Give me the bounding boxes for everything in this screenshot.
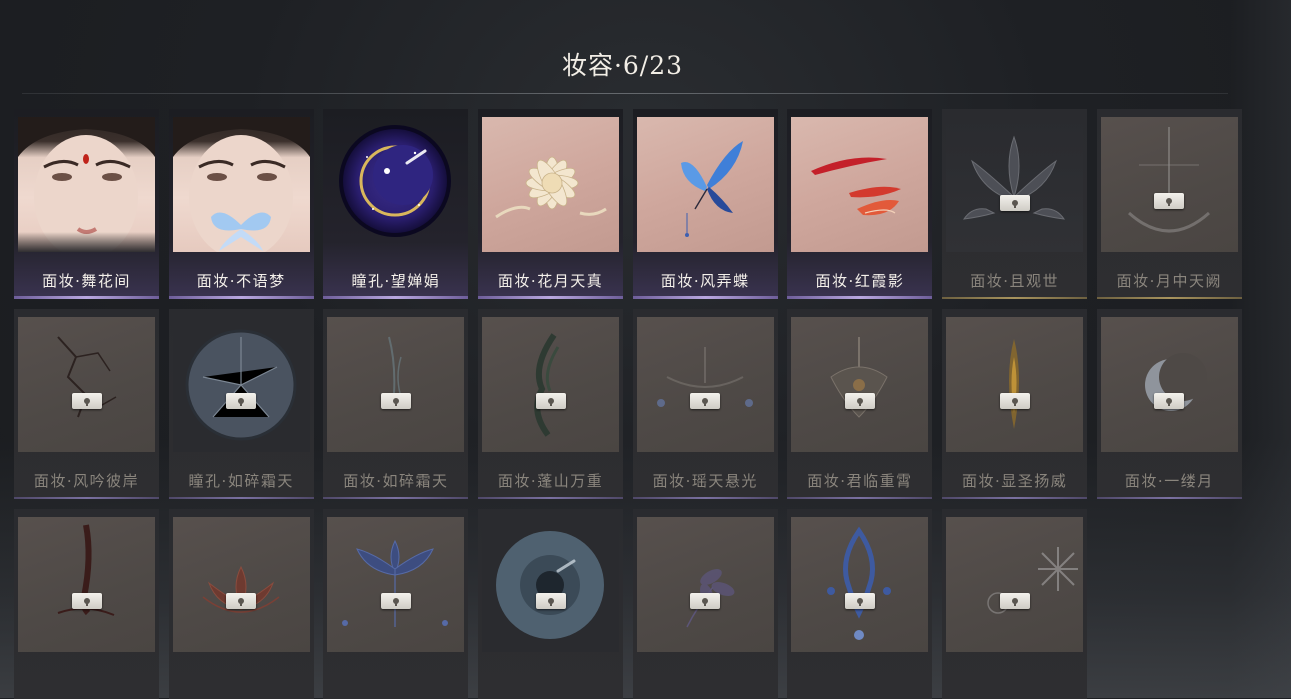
face-bindi-icon [18,117,155,252]
hanging-light-icon [636,317,774,452]
card-label: 面妆·不语梦 [196,272,286,290]
page-title: 妆容·6/23 [561,51,684,80]
red-lotus-icon [172,517,310,652]
crack-pattern-icon [18,317,155,452]
card-label: 面妆·且观世 [970,272,1060,290]
card-label: 面妆·蓬山万重 [497,472,604,490]
makeup-card[interactable]: 面妆·风吟彼岸 [14,309,159,499]
card-label: 面妆·瑶天悬光 [652,472,758,490]
makeup-card[interactable] [168,509,314,699]
makeup-card[interactable]: 面妆·蓬山万重 [478,309,624,499]
lock-icon [535,393,566,409]
snowflake-icon [946,517,1084,652]
chrysanthemum-icon [482,117,620,252]
card-label: 面妆·红霞影 [815,272,905,290]
moon-glow-icon [1100,117,1238,252]
brush-stroke-icon [18,517,155,652]
lock-icon [226,593,257,609]
makeup-card[interactable] [323,509,469,699]
card-label: 面妆·花月天真 [497,272,604,290]
frost-eye-icon [172,317,310,452]
makeup-card[interactable]: 面妆·君临重霄 [787,309,933,499]
makeup-card[interactable]: 面妆·花月天真 [478,109,624,299]
blue-eye-icon [482,517,620,652]
lock-icon [535,593,566,609]
blue-lotus-icon [327,517,465,652]
makeup-card[interactable] [787,509,933,699]
makeup-card[interactable]: 瞳孔·望婵娟 [323,109,469,299]
lock-icon [1154,393,1185,409]
card-label: 面妆·风弄蝶 [660,272,750,290]
makeup-card[interactable]: 面妆·不语梦 [168,109,314,299]
crown-ornament-icon [791,317,929,452]
blue-bead-icon [791,517,929,652]
card-label: 瞳孔·如碎霜天 [188,472,294,490]
lock-icon [71,593,102,609]
lock-icon [71,393,102,409]
flame-mark-icon [946,317,1084,452]
makeup-card[interactable]: 面妆·如碎霜天 [323,309,469,499]
card-label: 面妆·君临重霄 [807,472,913,490]
lock-icon [690,393,721,409]
crescent-moon-icon [1100,317,1238,452]
frost-streak-icon [327,317,465,452]
makeup-card[interactable] [942,509,1088,699]
lock-icon [999,195,1030,211]
red-petals-icon [791,117,929,252]
card-label: 面妆·风吟彼岸 [33,472,140,490]
dark-lotus-icon [946,117,1084,252]
lock-icon [999,593,1030,609]
card-label: 面妆·如碎霜天 [343,472,449,490]
purple-flower-icon [636,517,774,652]
makeup-card[interactable]: 面妆·月中天阙 [1096,109,1242,299]
makeup-card[interactable] [478,509,624,699]
card-label: 面妆·舞花间 [42,272,131,290]
title-divider [22,93,1228,94]
lock-icon [1154,193,1185,209]
makeup-card[interactable] [632,509,778,699]
mountain-swirl-icon [482,317,620,452]
makeup-card[interactable]: 面妆·且观世 [942,109,1088,299]
card-label: 面妆·显圣扬威 [961,472,1068,490]
makeup-card[interactable]: 瞳孔·如碎霜天 [168,309,314,499]
makeup-grid: 面妆·舞花间 面妆·不语梦 瞳孔·望婵娟 面妆·花月天真 面妆·风弄蝶 面妆·红… [14,109,1242,699]
makeup-card[interactable] [14,509,159,699]
face-butterfly-icon [172,117,310,252]
lock-icon [844,393,875,409]
card-label: 瞳孔·望婵娟 [351,272,441,290]
lock-icon [226,393,257,409]
card-label: 面妆·一缕月 [1124,472,1214,490]
lock-icon [999,393,1030,409]
makeup-card[interactable]: 面妆·一缕月 [1096,309,1242,499]
eye-moon-icon [327,117,464,252]
makeup-card[interactable]: 面妆·红霞影 [787,109,933,299]
makeup-card[interactable]: 面妆·舞花间 [14,109,159,299]
makeup-card[interactable]: 面妆·风弄蝶 [632,109,778,299]
makeup-card[interactable]: 面妆·显圣扬威 [942,309,1088,499]
makeup-card[interactable]: 面妆·瑶天悬光 [632,309,778,499]
blue-butterfly-icon [636,117,774,252]
lock-icon [844,593,875,609]
lock-icon [380,593,411,609]
lock-icon [380,393,411,409]
card-label: 面妆·月中天阙 [1116,272,1222,290]
lock-icon [690,593,721,609]
